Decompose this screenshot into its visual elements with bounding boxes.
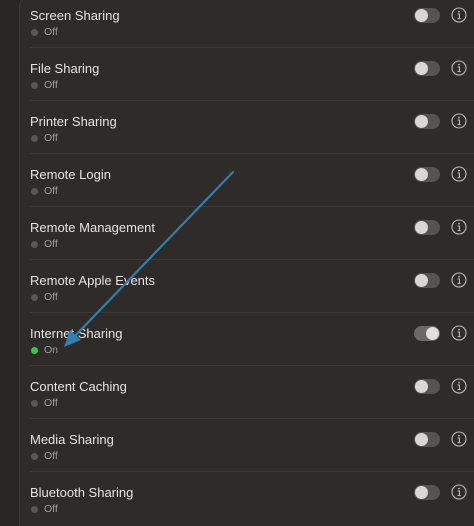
info-circle-icon[interactable] xyxy=(451,378,467,394)
service-row-screen-sharing: Screen Sharing Off xyxy=(20,0,474,48)
service-row-remote-login: Remote Login Off xyxy=(20,154,474,207)
service-status: Off xyxy=(31,397,58,409)
status-dot-icon xyxy=(31,293,38,301)
service-status: Off xyxy=(31,450,58,462)
toggle-knob xyxy=(415,380,428,393)
service-title: Screen Sharing xyxy=(30,8,120,23)
toggle-switch-file-sharing[interactable] xyxy=(414,61,440,76)
toggle-knob xyxy=(415,274,428,287)
service-status: Off xyxy=(31,132,58,144)
toggle-knob xyxy=(426,327,439,340)
toggle-knob xyxy=(415,9,428,22)
service-title: Printer Sharing xyxy=(30,114,117,129)
info-circle-icon[interactable] xyxy=(451,60,467,76)
status-label: Off xyxy=(44,238,58,250)
service-title: Content Caching xyxy=(30,379,127,394)
toggle-knob xyxy=(415,115,428,128)
toggle-switch-remote-management[interactable] xyxy=(414,220,440,235)
service-row-remote-management: Remote Management Off xyxy=(20,207,474,260)
service-title: File Sharing xyxy=(30,61,100,76)
service-title: Remote Management xyxy=(30,220,156,235)
service-title: Remote Apple Events xyxy=(30,273,156,288)
toggle-switch-content-caching[interactable] xyxy=(414,379,440,394)
service-title: Remote Login xyxy=(30,167,111,182)
service-row-bluetooth-sharing: Bluetooth Sharing Off xyxy=(20,472,474,525)
sharing-settings-page: Screen Sharing Off File Sharing Off Prin… xyxy=(0,0,474,526)
service-title: Bluetooth Sharing xyxy=(30,485,134,500)
service-row-remote-apple-events: Remote Apple Events Off xyxy=(20,260,474,313)
status-label: Off xyxy=(44,26,58,38)
status-label: On xyxy=(44,344,59,356)
service-status: Off xyxy=(31,238,58,250)
toggle-knob xyxy=(415,433,428,446)
toggle-knob xyxy=(415,221,428,234)
service-status: Off xyxy=(31,26,58,38)
info-circle-icon[interactable] xyxy=(451,272,467,288)
toggle-knob xyxy=(415,486,428,499)
service-status: Off xyxy=(31,503,58,515)
service-status: Off xyxy=(31,291,58,303)
status-dot-icon xyxy=(31,346,38,354)
status-dot-icon xyxy=(31,240,38,248)
service-title: Internet Sharing xyxy=(30,326,123,341)
info-circle-icon[interactable] xyxy=(451,484,467,500)
service-status: Off xyxy=(31,79,58,91)
status-dot-icon xyxy=(31,187,38,195)
status-dot-icon xyxy=(31,399,38,407)
status-label: Off xyxy=(44,185,58,197)
status-dot-icon xyxy=(31,134,38,142)
service-row-content-caching: Content Caching Off xyxy=(20,366,474,419)
status-label: Off xyxy=(44,291,58,303)
service-row-media-sharing: Media Sharing Off xyxy=(20,419,474,472)
service-row-internet-sharing: Internet Sharing On xyxy=(20,313,474,366)
toggle-switch-remote-apple-events[interactable] xyxy=(414,273,440,288)
info-circle-icon[interactable] xyxy=(451,7,467,23)
info-circle-icon[interactable] xyxy=(451,113,467,129)
toggle-switch-screen-sharing[interactable] xyxy=(414,8,440,23)
status-label: Off xyxy=(44,132,58,144)
service-row-file-sharing: File Sharing Off xyxy=(20,48,474,101)
toggle-switch-printer-sharing[interactable] xyxy=(414,114,440,129)
service-row-printer-sharing: Printer Sharing Off xyxy=(20,101,474,154)
status-label: Off xyxy=(44,397,58,409)
status-dot-icon xyxy=(31,28,38,36)
toggle-switch-internet-sharing[interactable] xyxy=(414,326,440,341)
status-label: Off xyxy=(44,79,58,91)
status-label: Off xyxy=(44,450,58,462)
info-circle-icon[interactable] xyxy=(451,325,467,341)
status-dot-icon xyxy=(31,81,38,89)
service-status: On xyxy=(31,344,58,356)
toggle-switch-remote-login[interactable] xyxy=(414,167,440,182)
toggle-knob xyxy=(415,168,428,181)
toggle-knob xyxy=(415,62,428,75)
info-circle-icon[interactable] xyxy=(451,219,467,235)
toggle-switch-bluetooth-sharing[interactable] xyxy=(414,485,440,500)
info-circle-icon[interactable] xyxy=(451,431,467,447)
status-dot-icon xyxy=(31,505,38,513)
toggle-switch-media-sharing[interactable] xyxy=(414,432,440,447)
status-label: Off xyxy=(44,503,58,515)
info-circle-icon[interactable] xyxy=(451,166,467,182)
service-status: Off xyxy=(31,185,58,197)
service-title: Media Sharing xyxy=(30,432,114,447)
status-dot-icon xyxy=(31,452,38,460)
